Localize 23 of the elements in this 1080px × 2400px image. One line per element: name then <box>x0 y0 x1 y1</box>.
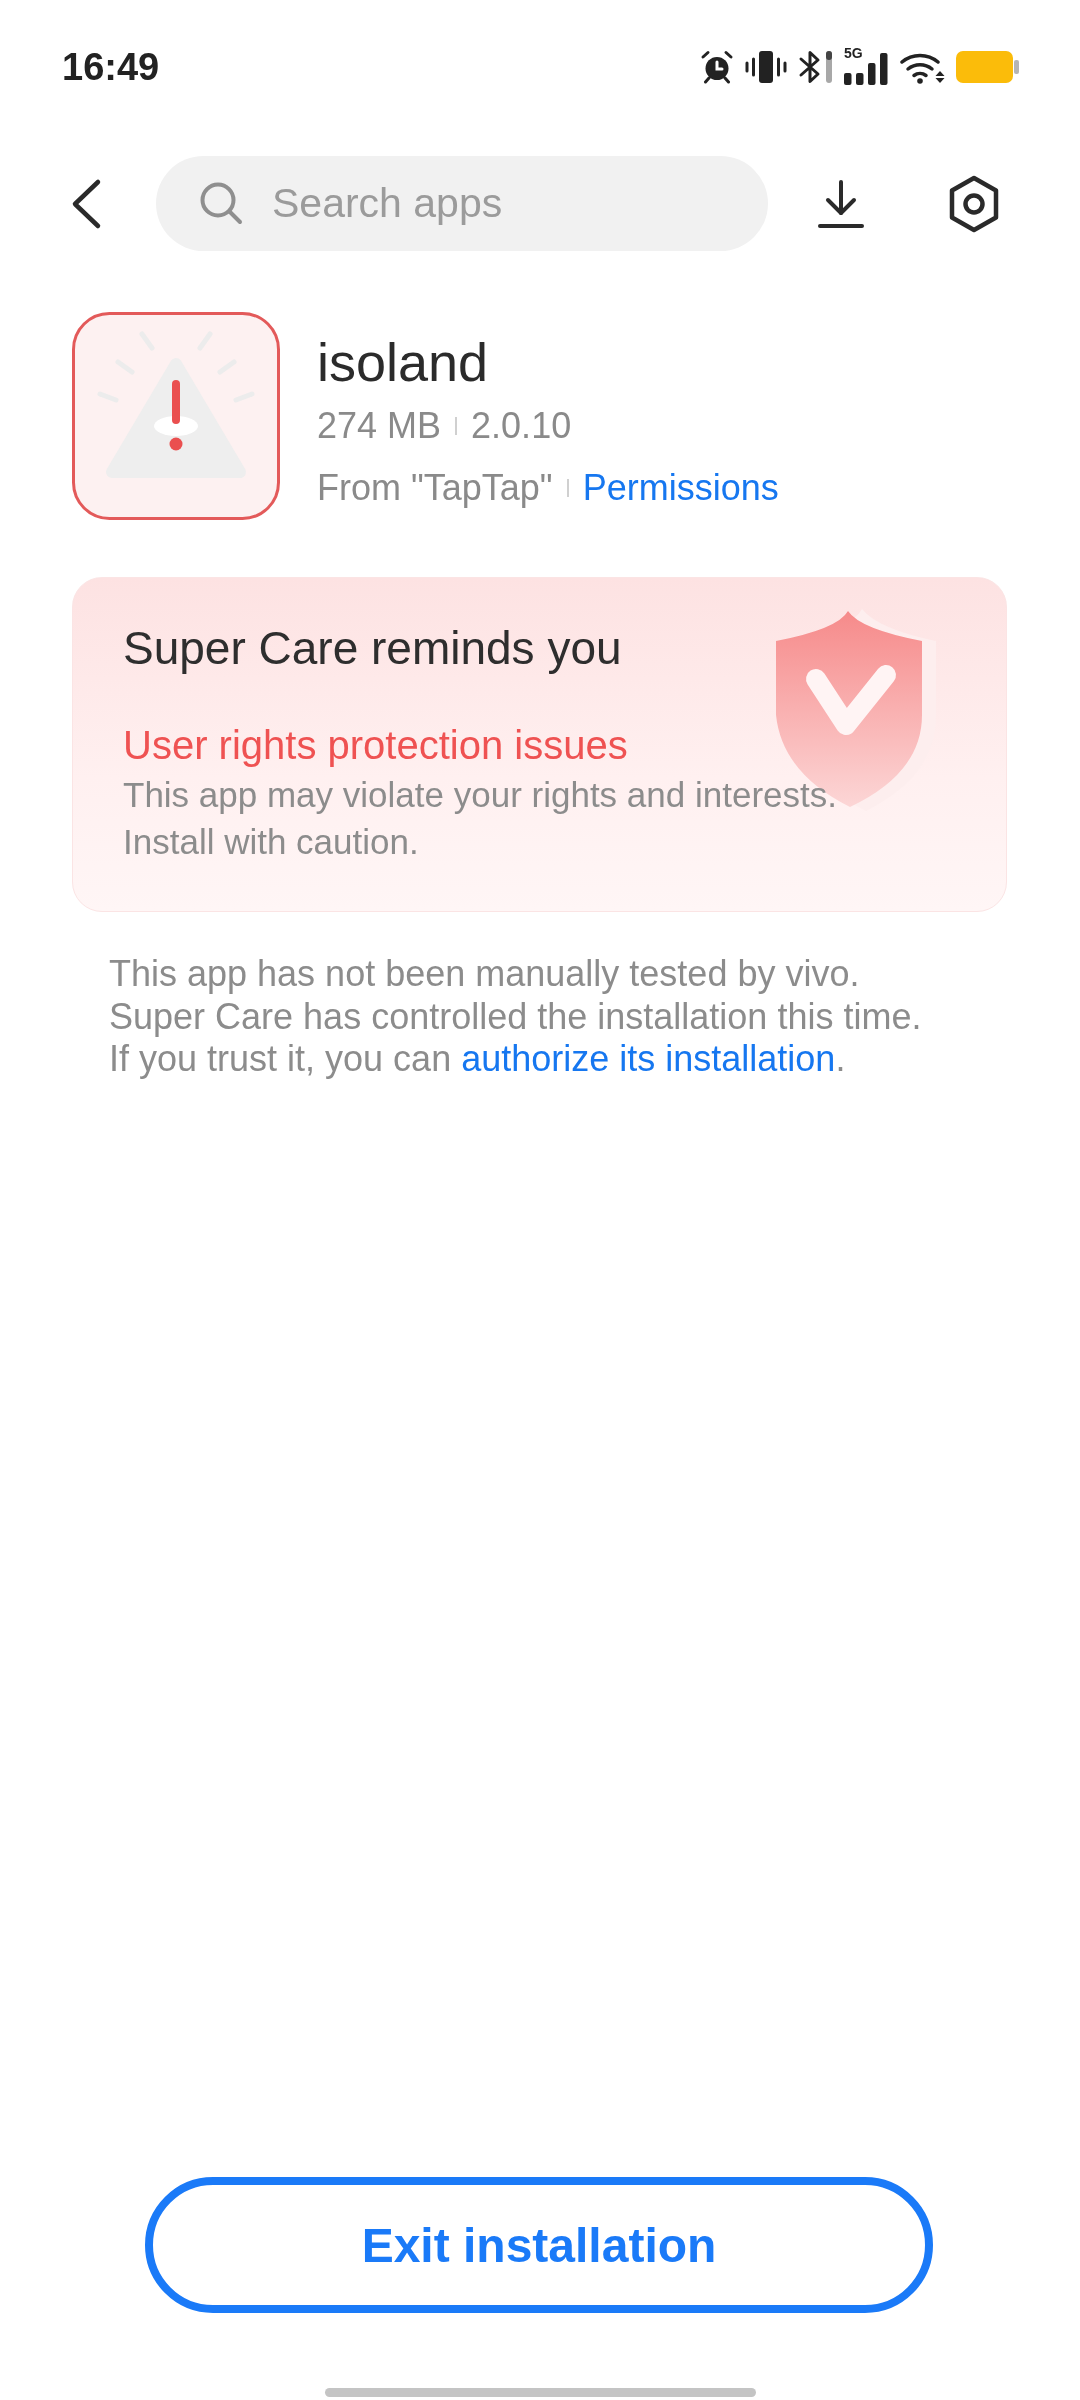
permissions-link[interactable]: Permissions <box>582 466 779 510</box>
card-title: Super Care reminds you <box>123 621 622 676</box>
app-version: 2.0.10 <box>471 404 572 448</box>
settings-icon[interactable] <box>949 175 999 232</box>
notice-text: This app has not been manually tested by vivo. Super Care has controlled the installation this time. If you trust it, you can authorize its installation. <box>109 953 922 1081</box>
app-size: 274 MB <box>317 404 442 448</box>
alarm-icon <box>700 50 734 84</box>
search-icon <box>199 181 243 225</box>
back-icon[interactable] <box>70 179 102 228</box>
warning-message: This app may violate your rights and interests. Install with caution. <box>123 774 837 863</box>
app-source: From "TapTap" <box>317 466 553 510</box>
app-warning-icon <box>72 312 280 520</box>
exit-installation-button[interactable]: Exit installation <box>145 2177 933 2313</box>
issue-heading: User rights protection issues <box>123 722 628 769</box>
network-type-label: 5G <box>844 46 863 61</box>
vibrate-icon <box>745 50 787 84</box>
battery-icon <box>956 50 1019 84</box>
authorize-installation-link[interactable]: authorize its installation <box>461 1038 836 1079</box>
bluetooth-icon <box>798 50 833 84</box>
search-field[interactable]: Search apps <box>156 156 768 251</box>
download-icon[interactable] <box>818 179 864 228</box>
status-time: 16:49 <box>62 45 160 89</box>
app-name: isoland <box>317 331 489 394</box>
